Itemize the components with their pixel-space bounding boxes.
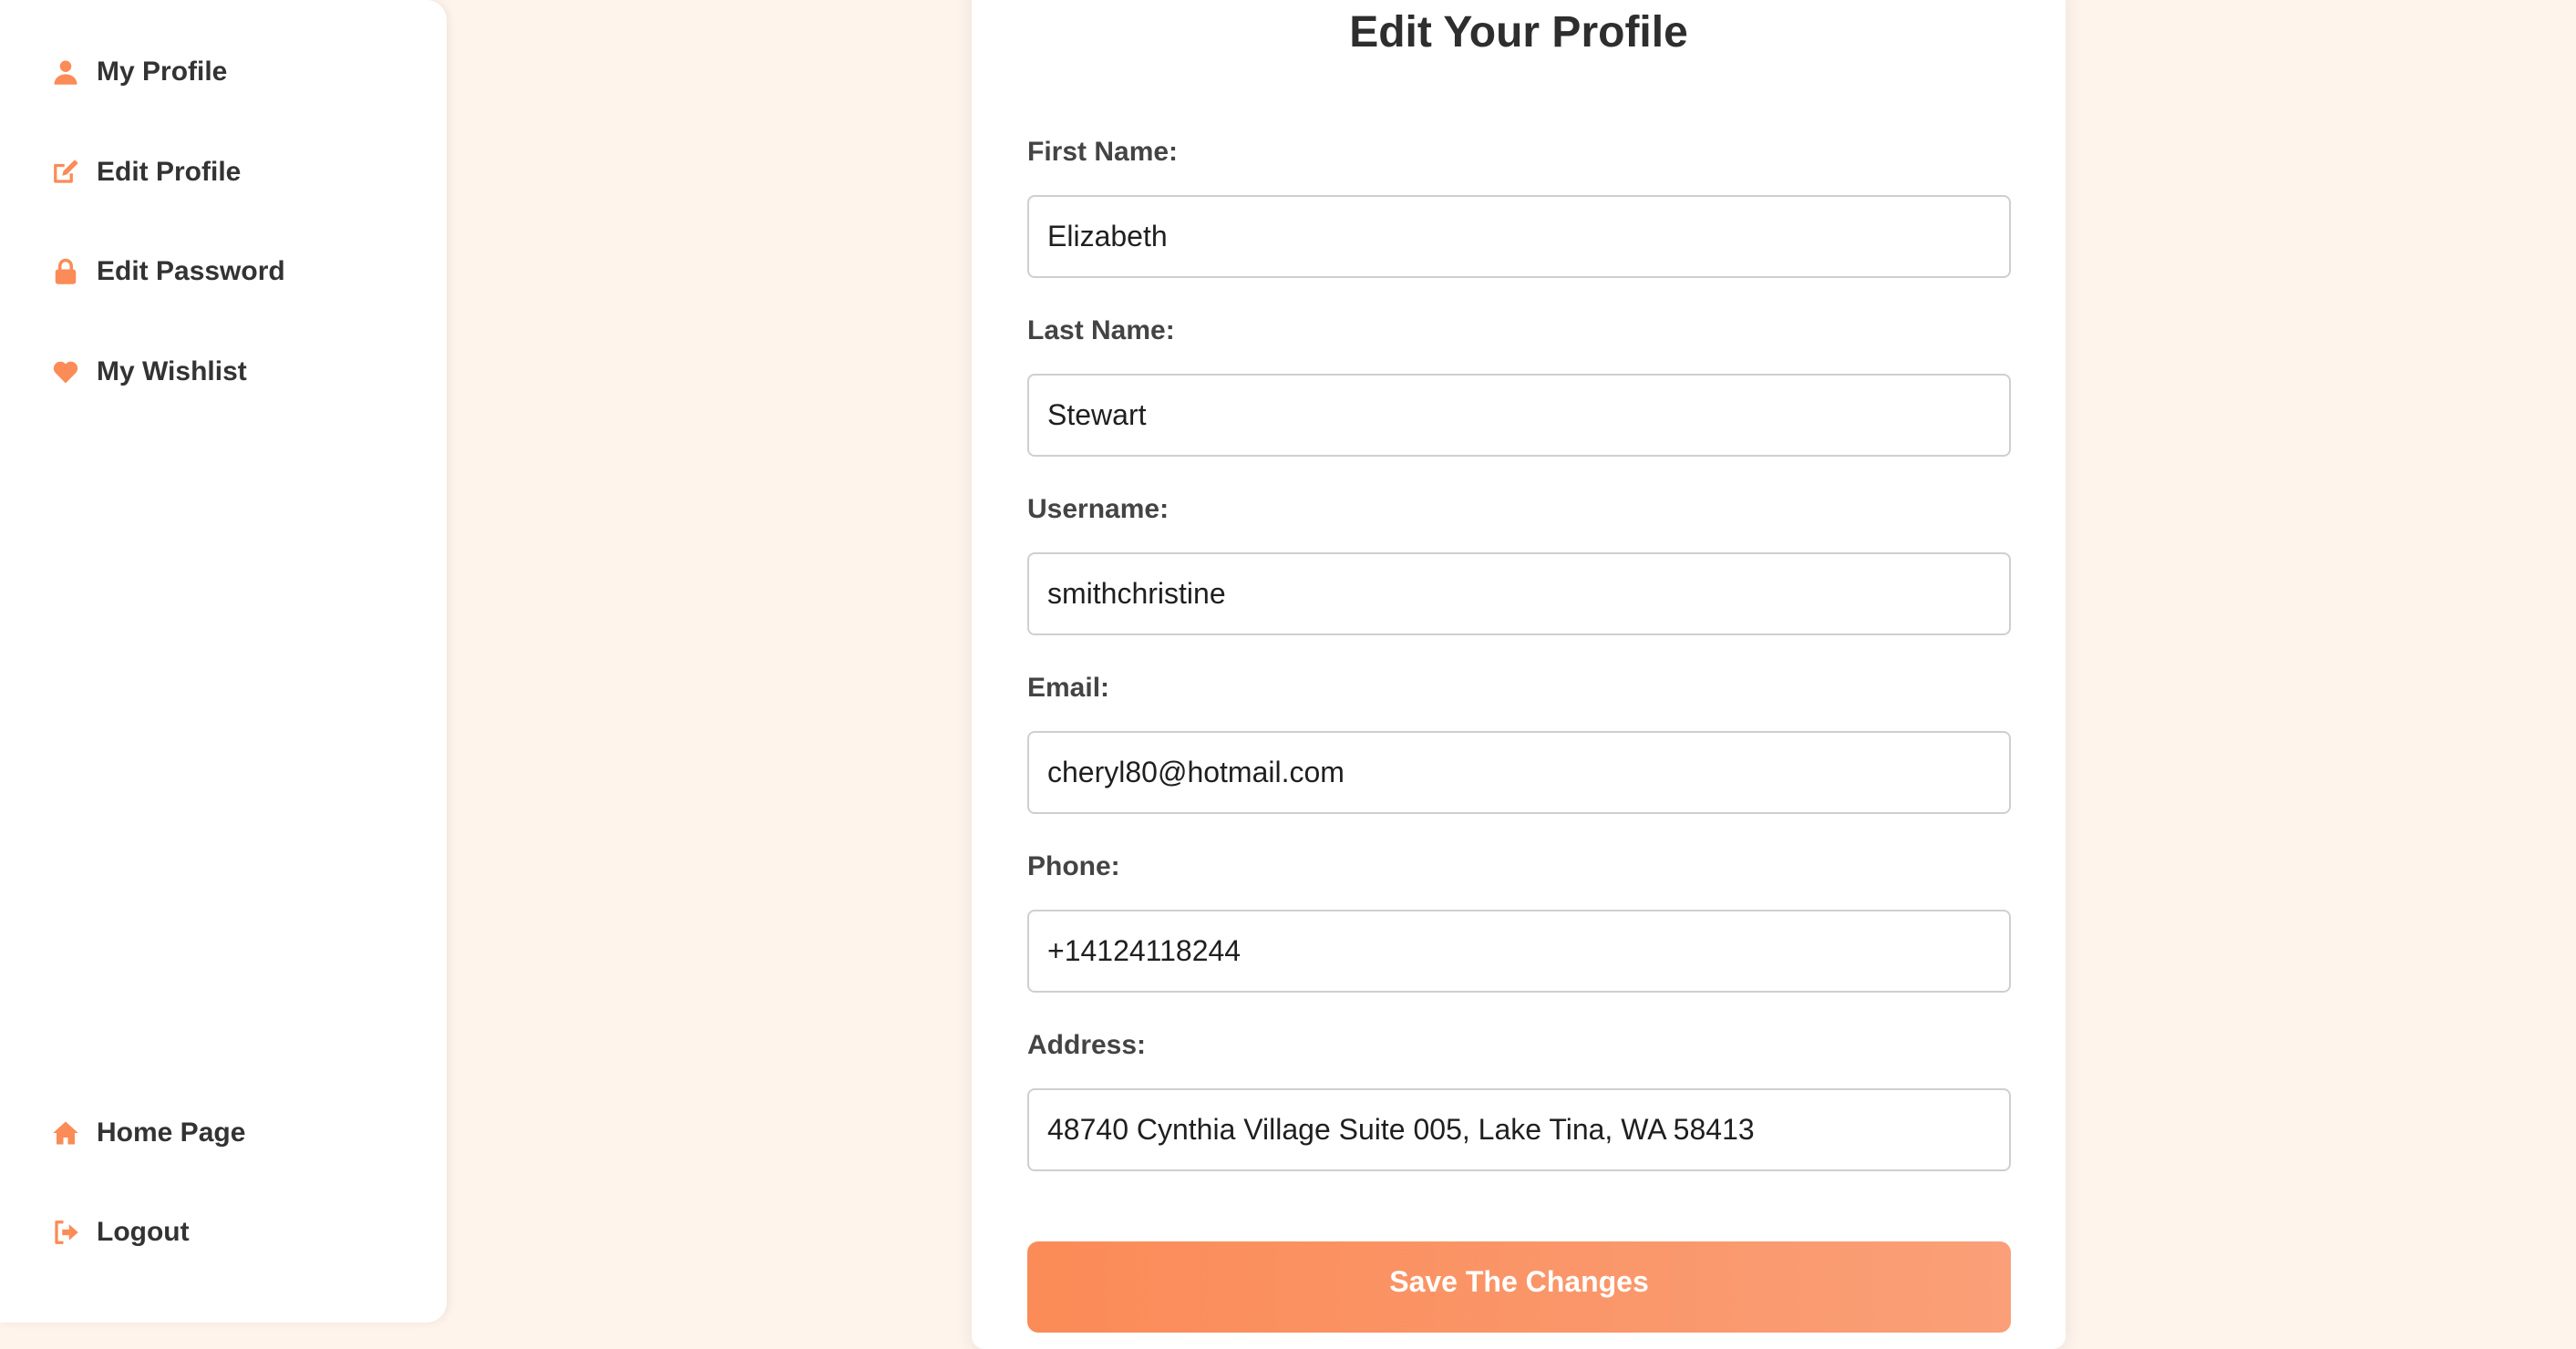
sidebar-item-logout[interactable]: Logout bbox=[51, 1217, 190, 1248]
username-field[interactable] bbox=[1027, 552, 2011, 635]
last-name-label: Last Name: bbox=[1027, 315, 1175, 345]
save-changes-button[interactable]: Save The Changes bbox=[1027, 1241, 2011, 1333]
edit-icon bbox=[51, 158, 80, 187]
lock-icon bbox=[51, 257, 80, 286]
last-name-field[interactable] bbox=[1027, 374, 2011, 457]
username-label: Username: bbox=[1027, 494, 1170, 524]
sidebar-item-label: Edit Profile bbox=[97, 157, 242, 187]
sidebar-item-edit-password[interactable]: Edit Password bbox=[51, 256, 285, 287]
sidebar-item-my-wishlist[interactable]: My Wishlist bbox=[51, 356, 247, 387]
sidebar-item-label: Logout bbox=[97, 1217, 190, 1247]
phone-label: Phone: bbox=[1027, 851, 1120, 881]
heart-icon bbox=[51, 357, 80, 386]
sidebar-item-label: My Profile bbox=[97, 57, 228, 87]
phone-field[interactable] bbox=[1027, 910, 2011, 993]
sidebar-item-edit-profile[interactable]: Edit Profile bbox=[51, 157, 241, 188]
sidebar-item-label: Home Page bbox=[97, 1117, 246, 1148]
first-name-label: First Name: bbox=[1027, 137, 1179, 167]
user-icon bbox=[51, 57, 80, 87]
sidebar-item-home-page[interactable]: Home Page bbox=[51, 1117, 245, 1148]
address-field[interactable] bbox=[1027, 1088, 2011, 1171]
edit-profile-card: Edit Your Profile First Name: Last Name:… bbox=[972, 0, 2066, 1349]
email-label: Email: bbox=[1027, 673, 1110, 703]
logout-icon bbox=[51, 1218, 80, 1247]
email-field[interactable] bbox=[1027, 731, 2011, 814]
page-title: Edit Your Profile bbox=[1349, 8, 1688, 57]
first-name-field[interactable] bbox=[1027, 195, 2011, 278]
sidebar-item-label: Edit Password bbox=[97, 256, 285, 286]
address-label: Address: bbox=[1027, 1030, 1147, 1060]
sidebar: My Profile Edit Profile Edit Password My… bbox=[0, 0, 447, 1323]
sidebar-item-label: My Wishlist bbox=[97, 356, 247, 386]
sidebar-item-my-profile[interactable]: My Profile bbox=[51, 57, 227, 88]
home-icon bbox=[51, 1118, 80, 1148]
